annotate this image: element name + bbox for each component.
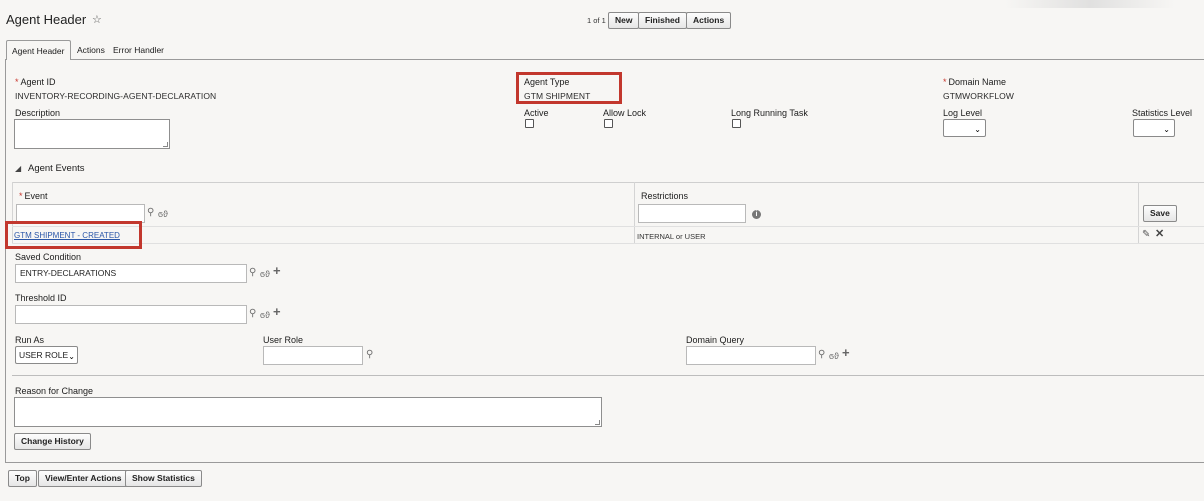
search-icon[interactable]: ⚲	[249, 268, 256, 278]
domain-query-label: Domain Query	[686, 335, 745, 345]
delete-icon[interactable]: ✕	[1155, 229, 1164, 240]
tab-agent-header[interactable]: Agent Header	[6, 40, 71, 60]
search-icon[interactable]: ⚲	[147, 208, 154, 218]
glasses-icon[interactable]: ϭϑ	[260, 269, 270, 279]
active-checkbox[interactable]	[525, 119, 534, 128]
saved-condition-label: Saved Condition	[15, 252, 82, 262]
description-label: Description	[15, 108, 61, 118]
finished-button[interactable]: Finished	[638, 12, 687, 29]
allow-lock-checkbox[interactable]	[604, 119, 613, 128]
log-level-select[interactable]: ⌄	[943, 119, 986, 137]
active-label: Active	[524, 108, 549, 118]
actions-button[interactable]: Actions	[686, 12, 732, 29]
event-row-restrictions: INTERNAL or USER	[637, 232, 706, 241]
saved-condition-input[interactable]: ENTRY-DECLARATIONS	[15, 264, 247, 283]
events-grid-mid	[12, 226, 1204, 227]
run-as-select[interactable]: USER ROLE ⌄	[15, 346, 78, 364]
favorite-star-icon[interactable]: ☆	[92, 13, 102, 26]
threshold-id-input[interactable]	[15, 305, 247, 324]
tab-actions[interactable]: Actions	[77, 45, 105, 55]
description-textarea[interactable]	[14, 119, 170, 149]
long-running-task-label: Long Running Task	[731, 108, 808, 118]
statistics-level-select[interactable]: ⌄	[1133, 119, 1175, 137]
edit-pencil-icon[interactable]: ✎	[1142, 230, 1150, 240]
search-icon[interactable]: ⚲	[249, 309, 256, 319]
chevron-down-icon: ⌄	[1163, 125, 1170, 134]
allow-lock-label: Allow Lock	[603, 108, 647, 118]
new-button[interactable]: New	[608, 12, 640, 29]
tab-error-handler[interactable]: Error Handler	[113, 45, 164, 55]
event-row-highlight	[5, 221, 142, 249]
restrictions-input[interactable]	[638, 204, 746, 223]
domain-query-input[interactable]	[686, 346, 816, 365]
reason-for-change-textarea[interactable]	[14, 397, 602, 427]
run-as-label: Run As	[15, 335, 45, 345]
add-icon[interactable]: +	[842, 346, 850, 359]
collapse-triangle-icon[interactable]: ◢	[15, 164, 21, 173]
agent-id-label: * Agent ID	[15, 77, 56, 87]
chevron-down-icon: ⌄	[68, 352, 75, 361]
long-running-task-checkbox[interactable]	[732, 119, 741, 128]
pager-text: 1 of 1	[587, 16, 606, 25]
restrictions-column-header: Restrictions	[641, 191, 689, 201]
glasses-icon[interactable]: ϭϑ	[260, 310, 270, 320]
user-role-input[interactable]	[263, 346, 363, 365]
reason-for-change-label: Reason for Change	[15, 386, 94, 396]
events-grid-top	[12, 182, 1204, 183]
search-icon[interactable]: ⚲	[818, 350, 825, 360]
log-level-label: Log Level	[943, 108, 983, 118]
info-icon[interactable]: i	[752, 210, 761, 219]
chevron-down-icon: ⌄	[974, 125, 981, 134]
agent-type-highlight	[516, 72, 622, 104]
threshold-id-label: Threshold ID	[15, 293, 67, 303]
add-icon[interactable]: +	[273, 305, 281, 318]
domain-name-label: * Domain Name	[943, 77, 1007, 87]
agent-events-heading: Agent Events	[28, 163, 85, 174]
run-as-value: USER ROLE	[19, 350, 69, 360]
show-statistics-button[interactable]: Show Statistics	[125, 470, 202, 487]
tab-gap	[7, 58, 70, 61]
event-column-header: * Event	[19, 191, 48, 201]
domain-name-value: GTMWORKFLOW	[943, 91, 1014, 101]
change-history-button[interactable]: Change History	[14, 433, 91, 450]
agent-id-value: INVENTORY-RECORDING-AGENT-DECLARATION	[15, 91, 217, 101]
tab-label: Agent Header	[12, 46, 65, 56]
faded-header-graphic	[1005, 0, 1175, 8]
glasses-icon[interactable]: ϭϑ	[829, 351, 839, 361]
user-role-label: User Role	[263, 335, 304, 345]
top-button[interactable]: Top	[8, 470, 37, 487]
save-button[interactable]: Save	[1143, 205, 1177, 222]
events-grid-bottom	[12, 243, 1204, 244]
page-title: Agent Header	[6, 12, 87, 27]
statistics-level-label: Statistics Level	[1132, 108, 1193, 118]
add-icon[interactable]: +	[273, 264, 281, 277]
section-divider	[12, 375, 1204, 376]
glasses-icon[interactable]: ϭϑ	[158, 209, 168, 219]
view-enter-actions-button[interactable]: View/Enter Actions	[38, 470, 129, 487]
events-grid-divider	[1138, 182, 1139, 244]
events-grid-divider	[634, 182, 635, 244]
search-icon[interactable]: ⚲	[366, 350, 373, 360]
